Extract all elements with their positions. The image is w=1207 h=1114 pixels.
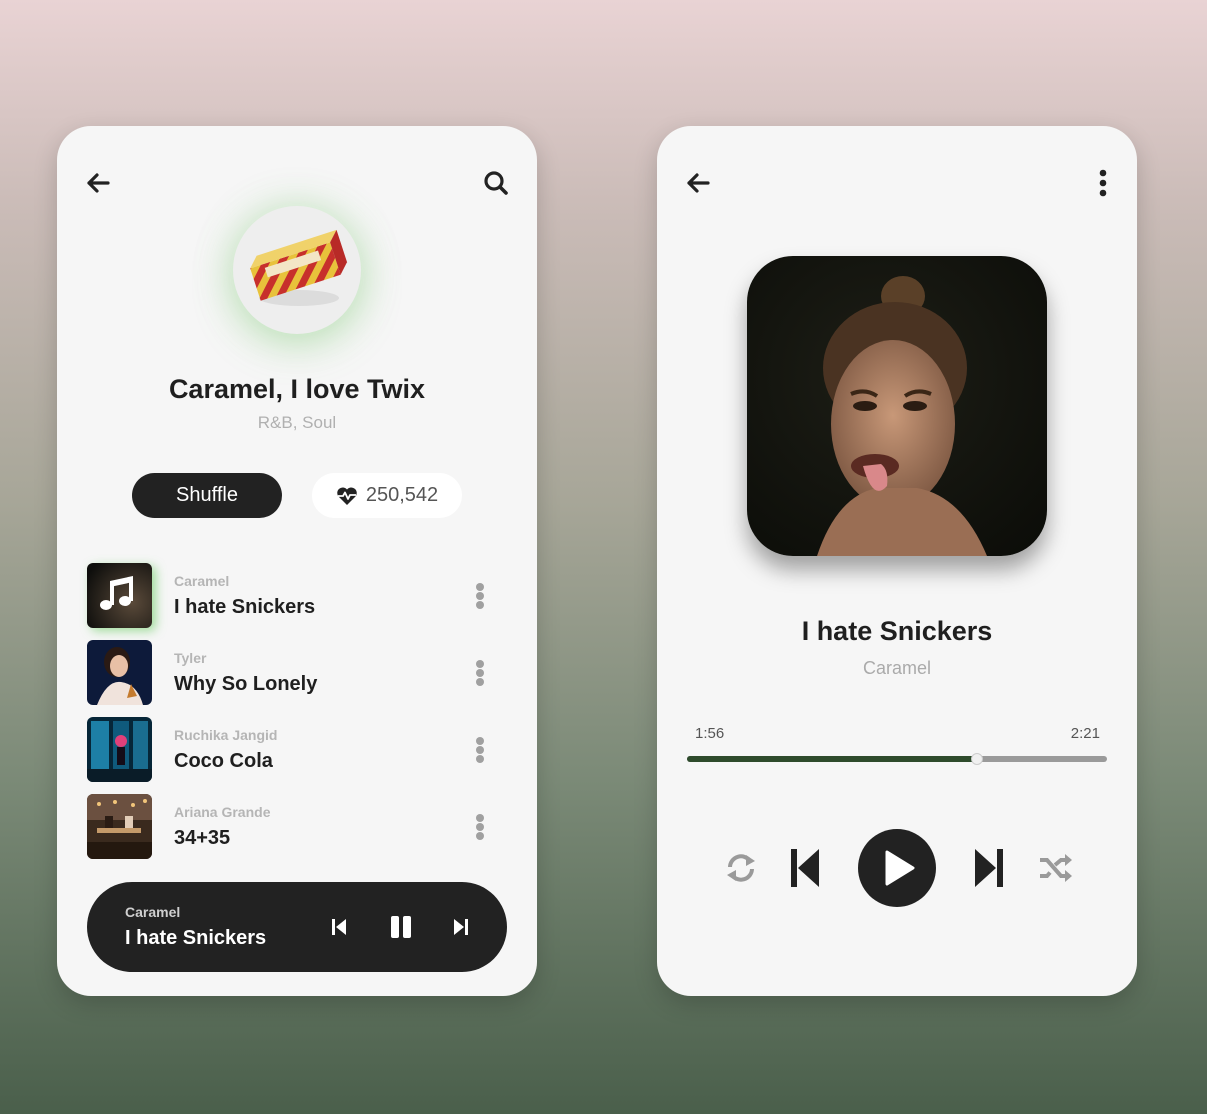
track-artist: Tyler (174, 650, 207, 666)
now-playing-title: I hate Snickers (801, 616, 993, 646)
track-row[interactable]: Ruchika Jangid Coco Cola (87, 717, 507, 783)
music-note-thumb (87, 563, 152, 628)
more-vertical-icon[interactable] (467, 581, 493, 611)
track-row[interactable]: Caramel I hate Snickers (87, 563, 507, 629)
more-vertical-icon[interactable] (467, 658, 493, 688)
total-duration: 2:21 (1070, 725, 1100, 742)
elapsed-time: 1:56 (695, 725, 725, 742)
mini-player-artist: Caramel (125, 904, 181, 920)
progress-fill (687, 756, 977, 762)
shuffle-button[interactable]: Shuffle (132, 473, 282, 518)
play-icon (885, 850, 915, 886)
now-playing-artist: Caramel (862, 658, 932, 678)
track-title: Why So Lonely (174, 673, 318, 695)
next-icon[interactable] (449, 915, 473, 939)
progress-handle[interactable] (970, 753, 983, 765)
likes-button[interactable]: 250,542 (312, 473, 462, 518)
track-title: 34+35 (174, 827, 231, 849)
album-cover (233, 206, 361, 334)
album-genre: R&B, Soul (257, 413, 337, 432)
neon-window-thumb (87, 717, 152, 782)
now-playing-artwork (747, 256, 1047, 556)
shuffle-label: Shuffle (176, 484, 238, 506)
track-artist: Ruchika Jangid (174, 727, 278, 743)
pause-icon[interactable] (387, 913, 415, 941)
more-vertical-icon[interactable] (1088, 168, 1118, 198)
skip-forward-icon[interactable] (969, 844, 1009, 892)
progress-slider[interactable] (687, 753, 1107, 765)
more-vertical-icon[interactable] (467, 812, 493, 842)
album-title: Caramel, I love Twix (168, 374, 426, 404)
mini-player[interactable]: Caramel I hate Snickers (87, 882, 507, 972)
track-row[interactable]: Tyler Why So Lonely (87, 640, 507, 706)
shuffle-icon[interactable] (1035, 848, 1075, 888)
search-icon[interactable] (481, 168, 511, 198)
track-title: Coco Cola (174, 750, 273, 772)
likes-count: 250,542 (365, 484, 439, 506)
back-arrow-icon[interactable] (683, 168, 713, 198)
track-artist: Caramel (174, 573, 230, 589)
cafe-thumb (87, 794, 152, 859)
heart-pulse-icon (337, 486, 357, 505)
play-button[interactable] (858, 829, 936, 907)
track-title: I hate Snickers (174, 596, 316, 618)
back-arrow-icon[interactable] (83, 168, 113, 198)
playlist-card: Caramel, I love Twix R&B, Soul Shuffle 2… (57, 126, 537, 996)
track-row[interactable]: Ariana Grande 34+35 (87, 794, 507, 860)
mini-player-title: I hate Snickers (125, 927, 267, 949)
track-artist: Ariana Grande (174, 804, 271, 820)
now-playing-card: I hate Snickers Caramel 1:56 2:21 (657, 126, 1137, 996)
portrait-thumb (87, 640, 152, 705)
previous-icon[interactable] (327, 915, 351, 939)
skip-back-icon[interactable] (785, 844, 825, 892)
repeat-icon[interactable] (721, 848, 761, 888)
more-vertical-icon[interactable] (467, 735, 493, 765)
